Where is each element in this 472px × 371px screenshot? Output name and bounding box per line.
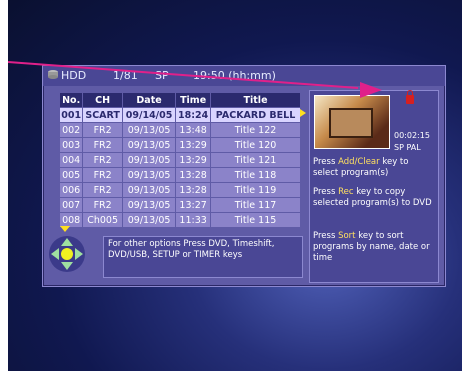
- scroll-down-icon[interactable]: [60, 226, 70, 232]
- cell: 09/13/05: [121, 182, 177, 198]
- cell: Title 115: [210, 212, 301, 228]
- help-add-clear: Press Add/Clear key to select program(s): [313, 157, 409, 178]
- cell: 13:29: [175, 137, 212, 153]
- duration: 00:02:15: [394, 131, 430, 140]
- cell: Title 119: [210, 182, 301, 198]
- options-hint: For other options Press DVD, Timeshift, …: [103, 236, 303, 278]
- cell: 004: [58, 152, 84, 168]
- cell: 18:24: [175, 107, 212, 123]
- recording-table: No. CH Date Time Title 001 SCART 09/14/05 1…: [58, 92, 301, 228]
- table-row[interactable]: 004 FR2 09/13/05 13:29 Title 121: [58, 152, 301, 168]
- cell: 11:33: [175, 212, 212, 228]
- cell: 005: [58, 167, 84, 183]
- cell: 007: [58, 197, 84, 213]
- cell: 13:28: [175, 167, 212, 183]
- cell: 09/13/05: [121, 137, 177, 153]
- cell: 09/14/05: [121, 107, 177, 123]
- help-rec: Press Rec key to copy selected program(s…: [313, 187, 432, 208]
- cell: 006: [58, 182, 84, 198]
- cell: FR2: [82, 182, 123, 198]
- cell: 09/13/05: [121, 122, 177, 138]
- format: SP PAL: [394, 143, 421, 152]
- cell: 13:28: [175, 182, 212, 198]
- cell: SCART: [82, 107, 123, 123]
- selection-arrow-icon: [300, 109, 306, 117]
- bottom-area: For other options Press DVD, Timeshift, …: [47, 234, 305, 282]
- cell: FR2: [82, 137, 123, 153]
- cell: 09/13/05: [121, 197, 177, 213]
- table-row[interactable]: 007 FR2 09/13/05 13:27 Title 117: [58, 197, 301, 213]
- tv-screen: HDD 1/81 SP 19:50 (hh:mm) No. CH Date Ti…: [8, 0, 462, 371]
- cell: Title 121: [210, 152, 301, 168]
- cell: PACKARD BELL: [210, 107, 301, 123]
- cell: Title 120: [210, 137, 301, 153]
- cell: 001: [58, 107, 84, 123]
- preview-panel: 00:02:15 SP PAL Press Add/Clear key to s…: [309, 90, 439, 283]
- cell: 13:48: [175, 122, 212, 138]
- cell: 09/13/05: [121, 212, 177, 228]
- cell: 002: [58, 122, 84, 138]
- cell: FR2: [82, 197, 123, 213]
- cell: FR2: [82, 152, 123, 168]
- table-row[interactable]: 001 SCART 09/14/05 18:24 PACKARD BELL: [58, 107, 301, 123]
- dpad-icon[interactable]: [47, 234, 87, 274]
- pointer-arrow-icon: [8, 61, 382, 98]
- table-row[interactable]: 005 FR2 09/13/05 13:28 Title 118: [58, 167, 301, 183]
- cell: Title 122: [210, 122, 301, 138]
- table-row[interactable]: 008 Ch005 09/13/05 11:33 Title 115: [58, 212, 301, 228]
- cell: FR2: [82, 122, 123, 138]
- help-sort: Press Sort key to sort programs by name,…: [313, 231, 430, 263]
- table-row[interactable]: 003 FR2 09/13/05 13:29 Title 120: [58, 137, 301, 153]
- cell: Title 118: [210, 167, 301, 183]
- cell: FR2: [82, 167, 123, 183]
- cell: Title 117: [210, 197, 301, 213]
- table-row[interactable]: 002 FR2 09/13/05 13:48 Title 122: [58, 122, 301, 138]
- cell: 09/13/05: [121, 152, 177, 168]
- cell: 09/13/05: [121, 167, 177, 183]
- cell: 13:29: [175, 152, 212, 168]
- cell: Ch005: [82, 212, 123, 228]
- preview-thumbnail: [314, 95, 390, 149]
- cell: 003: [58, 137, 84, 153]
- table-row[interactable]: 006 FR2 09/13/05 13:28 Title 119: [58, 182, 301, 198]
- cell: 13:27: [175, 197, 212, 213]
